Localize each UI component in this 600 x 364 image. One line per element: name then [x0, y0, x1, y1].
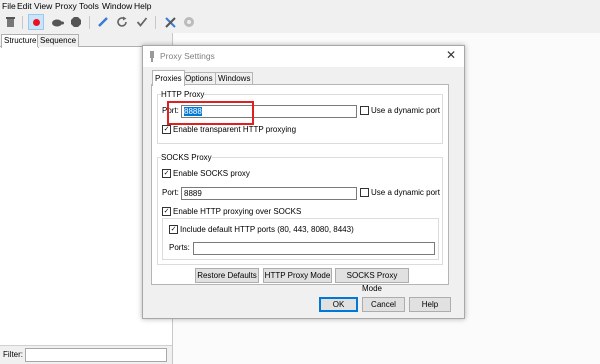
filter-input[interactable] [25, 348, 167, 362]
filter-bar: Filter: [0, 345, 172, 364]
toolbar-separator [22, 16, 23, 29]
include-default-ports-label: Include default HTTP ports (80, 443, 808… [180, 225, 354, 234]
menu-view[interactable]: View [34, 1, 52, 12]
socks-port-input[interactable]: 8889 [181, 187, 357, 200]
socks-proxy-group-title: SOCKS Proxy [161, 153, 212, 162]
cancel-button[interactable]: Cancel [362, 297, 405, 312]
tab-sequence[interactable]: Sequence [37, 34, 80, 47]
menu-tools[interactable]: Tools [79, 1, 99, 12]
tab-structure[interactable]: Structure [1, 34, 40, 48]
turtle-icon[interactable] [49, 14, 65, 30]
http-over-socks-checkbox[interactable]: ✓ [162, 207, 171, 216]
toolbar-separator [155, 16, 156, 29]
socks-port-label: Port: [162, 188, 179, 197]
app-icon [150, 51, 154, 62]
http-over-socks-label: Enable HTTP proxying over SOCKS [173, 207, 302, 216]
transparent-proxy-checkbox[interactable]: ✓ [162, 125, 171, 134]
socks-dynamic-port-label: Use a dynamic port [371, 188, 440, 197]
http-proxy-mode-button[interactable]: HTTP Proxy Mode [263, 268, 332, 283]
toolbar [0, 13, 600, 34]
menu-edit[interactable]: Edit [17, 1, 32, 12]
socks-proxy-mode-button[interactable]: SOCKS Proxy Mode [335, 268, 409, 293]
ports-label: Ports: [169, 243, 190, 252]
refresh-icon[interactable] [114, 14, 130, 30]
pen-icon[interactable] [95, 14, 111, 30]
restore-defaults-button[interactable]: Restore Defaults [195, 268, 259, 283]
trash-icon[interactable] [2, 14, 18, 30]
menu-help[interactable]: Help [134, 1, 151, 12]
ports-input[interactable] [193, 242, 435, 255]
close-icon[interactable]: ✕ [446, 48, 456, 62]
help-button[interactable]: Help [409, 297, 451, 312]
socks-dynamic-port-checkbox[interactable] [360, 188, 369, 197]
gear-icon[interactable] [181, 14, 197, 30]
toolbar-separator [89, 16, 90, 29]
menu-bar: File Edit View Proxy Tools Window Help [0, 0, 600, 13]
menu-file[interactable]: File [2, 1, 16, 12]
menu-proxy[interactable]: Proxy [55, 1, 77, 12]
http-dynamic-port-label: Use a dynamic port [371, 106, 440, 115]
transparent-proxy-label: Enable transparent HTTP proxying [173, 125, 297, 134]
socks-enable-checkbox[interactable]: ✓ [162, 169, 171, 178]
filter-label: Filter: [3, 350, 23, 359]
breakpoint-icon[interactable] [68, 14, 84, 30]
http-proxy-group-title: HTTP Proxy [161, 90, 205, 99]
menu-window[interactable]: Window [102, 1, 132, 12]
proxy-settings-dialog: Proxy Settings ✕ Proxies Options Windows… [142, 45, 465, 319]
settings-tools-icon[interactable] [162, 14, 178, 30]
ok-button[interactable]: OK [319, 297, 358, 312]
check-icon[interactable] [134, 14, 150, 30]
highlight-annotation-box [167, 101, 254, 125]
tab-proxies[interactable]: Proxies [152, 70, 185, 86]
http-dynamic-port-checkbox[interactable] [360, 106, 369, 115]
dialog-titlebar[interactable]: Proxy Settings ✕ [143, 46, 464, 67]
record-icon[interactable] [28, 14, 44, 30]
dialog-title: Proxy Settings [160, 51, 215, 61]
socks-enable-label: Enable SOCKS proxy [173, 169, 250, 178]
include-default-ports-checkbox[interactable]: ✓ [169, 225, 178, 234]
